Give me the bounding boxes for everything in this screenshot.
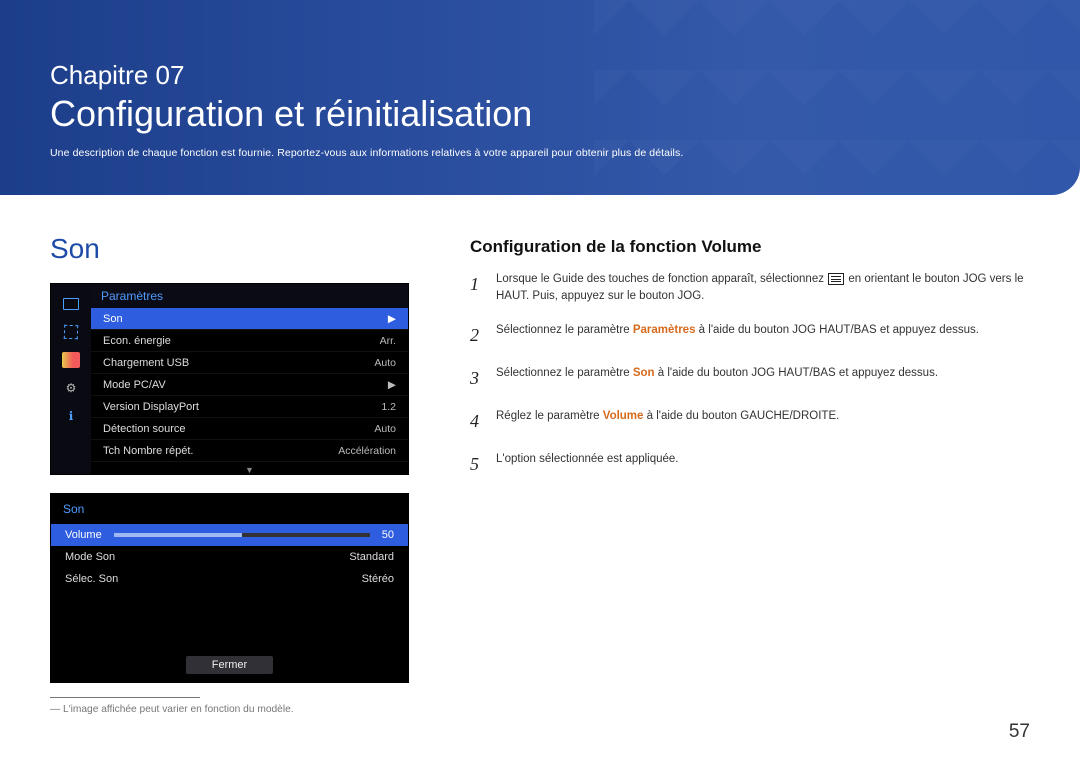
chapter-banner: Chapitre 07 Configuration et réinitialis…: [0, 0, 1080, 195]
osd-sound-menu: Son Volume 50 Mode Son Standard Sélec. S…: [50, 493, 409, 683]
osd-row-label: Chargement USB: [103, 357, 189, 369]
subheading-config-volume: Configuration de la fonction Volume: [470, 237, 1030, 257]
osd-row-chargement-usb[interactable]: Chargement USB Auto: [91, 352, 408, 374]
picture-icon: [60, 321, 82, 343]
osd-row-value: Auto: [374, 423, 396, 435]
step-text: Réglez le paramètre Volume à l'aide du b…: [496, 408, 839, 435]
osd-row-mode-son[interactable]: Mode Son Standard: [51, 546, 408, 568]
osd-settings-title: Paramètres: [91, 284, 408, 308]
step-number: 4: [470, 408, 496, 435]
caret-right-icon: ▶: [388, 313, 396, 325]
info-icon: [60, 405, 82, 427]
osd-row-value: 50: [382, 529, 394, 541]
step-5: 5 L'option sélectionnée est appliquée.: [470, 451, 1030, 478]
osd-row-label: Mode PC/AV: [103, 379, 166, 391]
osd-row-label: Version DisplayPort: [103, 401, 199, 413]
osd-row-value: Arr.: [380, 335, 396, 347]
keyword-son: Son: [633, 367, 655, 379]
banner-pattern: [594, 0, 1080, 195]
footnote-rule: [50, 697, 200, 698]
osd-row-value: Auto: [374, 357, 396, 369]
osd-row-tch-nombre-repet[interactable]: Tch Nombre répét. Accélération: [91, 440, 408, 462]
osd-row-volume[interactable]: Volume 50: [51, 524, 408, 546]
step-number: 3: [470, 365, 496, 392]
step-text: Lorsque le Guide des touches de fonction…: [496, 271, 1030, 306]
page-number: 57: [1009, 721, 1030, 743]
osd-row-econ-energie[interactable]: Econ. énergie Arr.: [91, 330, 408, 352]
osd-sound-title: Son: [51, 494, 408, 524]
osd-row-label: Tch Nombre répét.: [103, 445, 193, 457]
osd-row-label: Mode Son: [65, 551, 115, 563]
step-text: Sélectionnez le paramètre Paramètres à l…: [496, 322, 979, 349]
osd-row-value: Stéréo: [362, 573, 394, 585]
section-title-son: Son: [50, 233, 410, 265]
footnote: L'image affichée peut varier en fonction…: [50, 704, 410, 715]
step-1: 1 Lorsque le Guide des touches de foncti…: [470, 271, 1030, 306]
osd-row-selec-son[interactable]: Sélec. Son Stéréo: [51, 568, 408, 590]
steps-list: 1 Lorsque le Guide des touches de foncti…: [470, 271, 1030, 478]
osd-row-label: Son: [103, 313, 123, 325]
osd-footer: Fermer: [51, 650, 408, 682]
osd-row-value: 1.2: [381, 401, 396, 413]
step-4: 4 Réglez le paramètre Volume à l'aide du…: [470, 408, 1030, 435]
step-number: 1: [470, 271, 496, 306]
caret-right-icon: ▶: [388, 379, 396, 391]
osd-settings-menu: Paramètres Son ▶ Econ. énergie Arr. Char…: [50, 283, 409, 475]
osd-row-value: Standard: [349, 551, 394, 563]
keyword-parametres: Paramètres: [633, 324, 696, 336]
menu-icon: [828, 273, 844, 285]
step-number: 2: [470, 322, 496, 349]
scroll-down-icon: ▼: [91, 462, 408, 478]
osd-row-label: Econ. énergie: [103, 335, 171, 347]
osd-row-label: Volume: [65, 529, 102, 541]
close-button[interactable]: Fermer: [186, 656, 273, 674]
color-icon: [60, 349, 82, 371]
osd-row-label: Sélec. Son: [65, 573, 118, 585]
osd-row-version-displayport[interactable]: Version DisplayPort 1.2: [91, 396, 408, 418]
monitor-icon: [60, 293, 82, 315]
gear-icon: [60, 377, 82, 399]
osd-row-mode-pc-av[interactable]: Mode PC/AV ▶: [91, 374, 408, 396]
osd-spacer: [51, 590, 408, 650]
step-2: 2 Sélectionnez le paramètre Paramètres à…: [470, 322, 1030, 349]
osd-icon-column: [51, 284, 91, 474]
osd-row-label: Détection source: [103, 423, 186, 435]
keyword-volume: Volume: [603, 410, 644, 422]
step-number: 5: [470, 451, 496, 478]
step-3: 3 Sélectionnez le paramètre Son à l'aide…: [470, 365, 1030, 392]
volume-slider[interactable]: [114, 533, 370, 537]
step-text: L'option sélectionnée est appliquée.: [496, 451, 679, 478]
step-text: Sélectionnez le paramètre Son à l'aide d…: [496, 365, 938, 392]
osd-row-detection-source[interactable]: Détection source Auto: [91, 418, 408, 440]
osd-row-value: Accélération: [338, 445, 396, 457]
osd-row-son[interactable]: Son ▶: [91, 308, 408, 330]
